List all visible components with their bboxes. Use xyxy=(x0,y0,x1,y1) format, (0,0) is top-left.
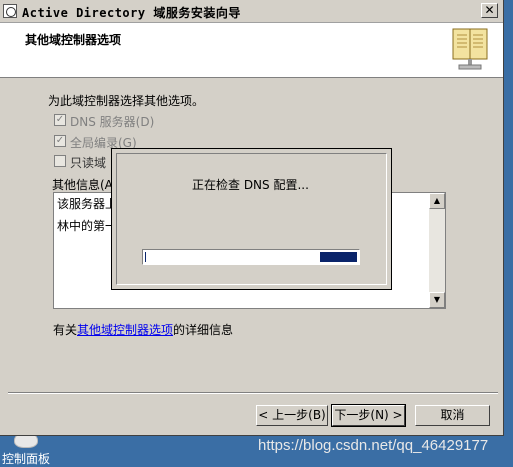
close-button[interactable]: ✕ xyxy=(481,3,498,18)
global-catalog-checkbox[interactable]: ✓ xyxy=(54,135,66,147)
progress-message: 正在检查 DNS 配置... xyxy=(192,178,309,192)
window-title: Active Directory 域服务安装向导 xyxy=(22,6,241,20)
control-panel-label[interactable]: 控制面板 xyxy=(2,450,50,467)
wizard-window: Active Directory 域服务安装向导 ✕ 其他域控制器选项 为此域控… xyxy=(0,0,504,436)
next-button[interactable]: 下一步(N) > xyxy=(331,404,406,427)
close-icon: ✕ xyxy=(484,3,495,17)
progress-dialog-frame xyxy=(116,153,387,285)
more-info-link[interactable]: 其他域控制器选项 xyxy=(77,323,173,337)
rodc-label: 只读域 xyxy=(70,156,107,170)
button-separator xyxy=(8,392,498,394)
rodc-checkbox[interactable] xyxy=(54,155,66,167)
progress-dialog: 正在检查 DNS 配置... xyxy=(111,148,392,290)
page-title: 其他域控制器选项 xyxy=(25,33,122,47)
wizard-header: 其他域控制器选项 xyxy=(0,23,503,78)
cancel-button[interactable]: 取消 xyxy=(415,405,490,426)
other-info-label: 其他信息(A xyxy=(52,178,113,192)
more-info-suffix: 的详细信息 xyxy=(173,323,234,337)
app-icon xyxy=(3,4,17,18)
progress-bar xyxy=(142,249,360,265)
progress-bar-marquee xyxy=(320,252,357,262)
vertical-scrollbar[interactable]: ▲ ▼ xyxy=(429,193,445,308)
more-info-prefix: 有关 xyxy=(53,323,78,337)
scroll-up-button[interactable]: ▲ xyxy=(429,193,445,209)
scroll-down-button[interactable]: ▼ xyxy=(429,292,445,308)
dns-server-checkbox[interactable]: ✓ xyxy=(54,114,66,126)
progress-bar-start xyxy=(145,252,146,262)
info-line: 该服务器上 xyxy=(57,197,118,211)
title-bar[interactable]: Active Directory 域服务安装向导 ✕ xyxy=(0,0,503,23)
dns-server-label: DNS 服务器(D) xyxy=(70,115,155,129)
book-icon xyxy=(452,28,488,70)
more-info-text: 有关其他域控制器选项的详细信息 xyxy=(53,321,233,338)
intro-text: 为此域控制器选择其他选项。 xyxy=(48,94,205,108)
watermark-text: https://blog.csdn.net/qq_46429177 xyxy=(258,437,489,454)
info-line: 林中的第一 xyxy=(57,219,118,233)
back-button[interactable]: < 上一步(B) xyxy=(256,405,328,426)
